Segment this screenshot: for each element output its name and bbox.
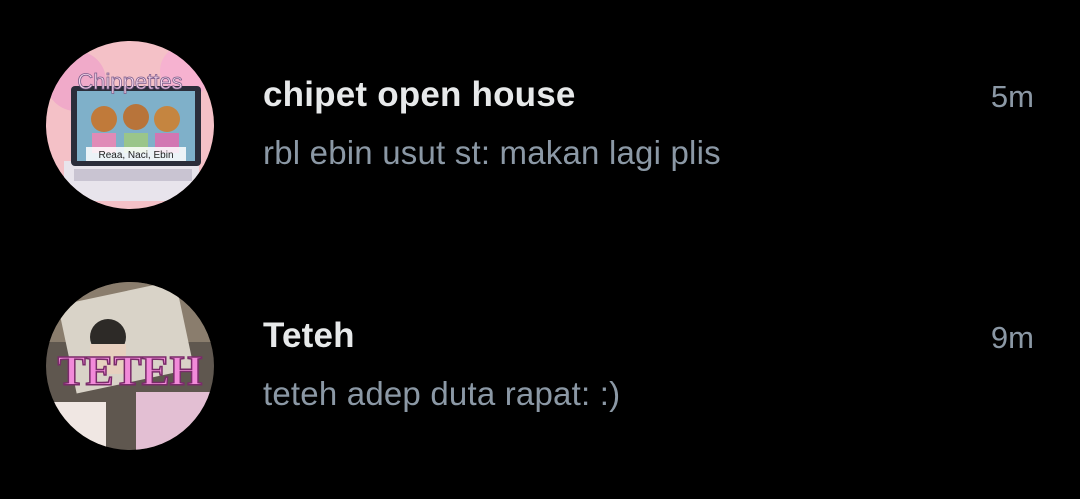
conversation-title: Teteh <box>263 316 355 355</box>
group-avatar[interactable]: Reaa, Naci, Ebin Chippettes <box>46 41 214 209</box>
conversation-list: Reaa, Naci, Ebin Chippettes chipet open … <box>0 0 1080 499</box>
svg-text:TETEH: TETEH <box>58 349 203 395</box>
svg-text:Reaa, Naci, Ebin: Reaa, Naci, Ebin <box>98 150 173 161</box>
message-preview: teteh adep duta rapat: :) <box>263 375 621 412</box>
conversation-timestamp: 9m <box>990 320 1034 355</box>
conversation-timestamp: 5m <box>990 79 1034 114</box>
conversation-row-chipet-open-house[interactable]: Reaa, Naci, Ebin Chippettes chipet open … <box>0 24 1080 224</box>
conversation-title: chipet open house <box>263 75 576 114</box>
group-avatar[interactable]: TETEH <box>46 282 214 450</box>
conversation-row-teteh[interactable]: TETEH Teteh 9m teteh adep duta rapat: :) <box>0 265 1080 465</box>
svg-text:Chippettes: Chippettes <box>77 69 182 94</box>
message-preview: rbl ebin usut st: makan lagi plis <box>263 134 721 171</box>
